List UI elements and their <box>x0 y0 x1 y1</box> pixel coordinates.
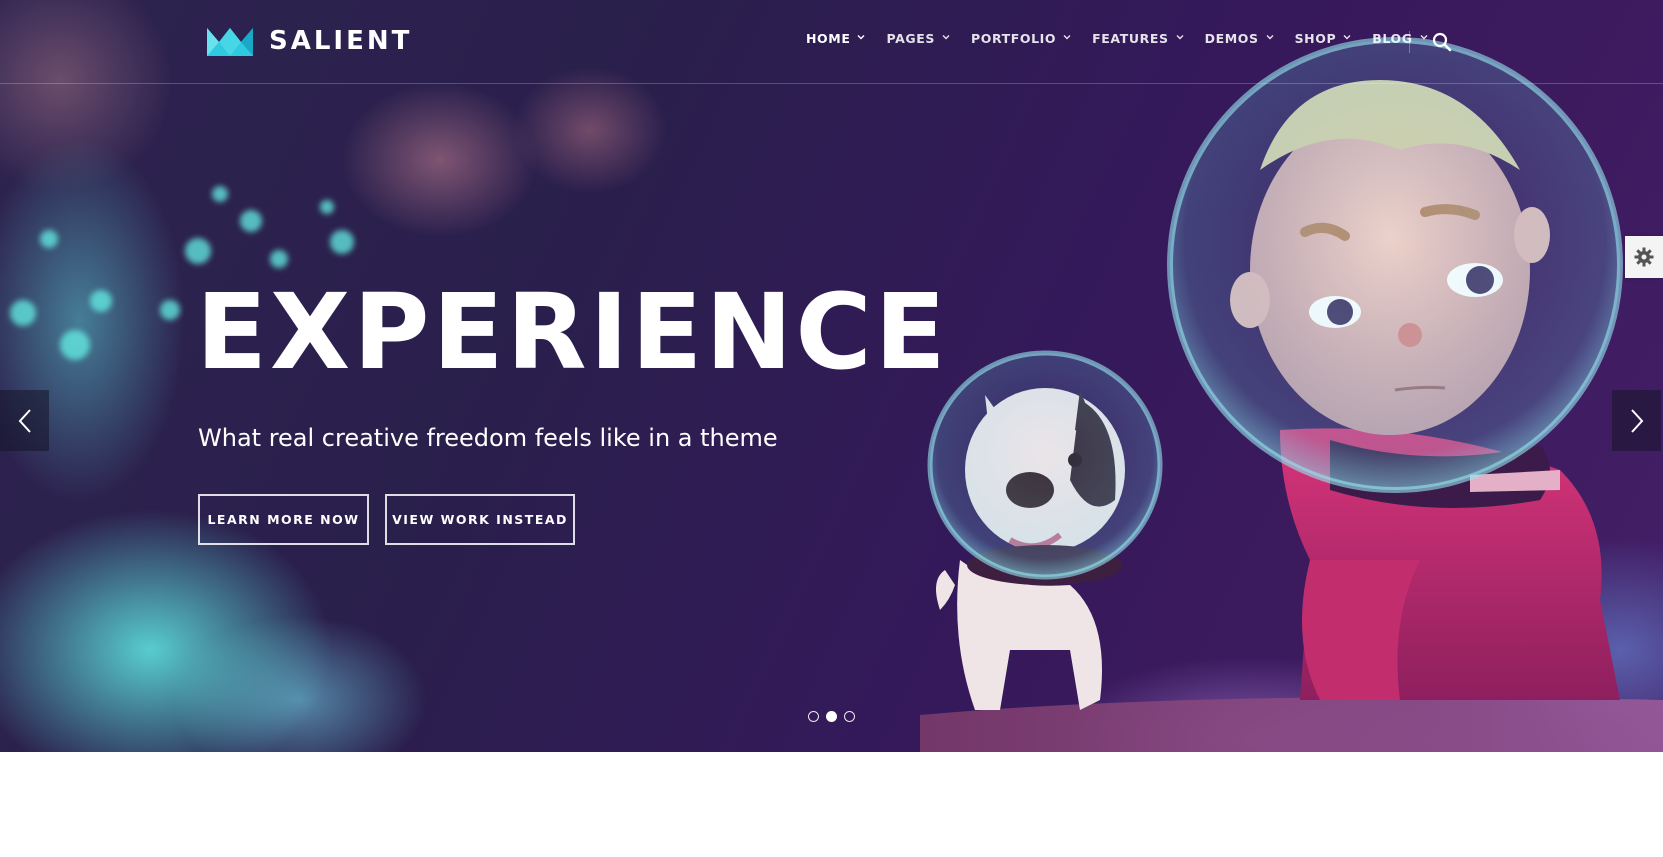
chevron-down-icon <box>1176 35 1184 40</box>
chevron-down-icon <box>942 35 950 40</box>
main-nav: HOME PAGES PORTFOLIO FEATURES DEMOS SHOP <box>806 31 1449 46</box>
settings-panel-toggle[interactable] <box>1625 236 1663 278</box>
chevron-down-icon <box>1266 35 1274 40</box>
slider-dot[interactable] <box>808 711 819 722</box>
slider-dot[interactable] <box>844 711 855 722</box>
chevron-down-icon <box>1343 35 1351 40</box>
learn-more-button[interactable]: LEARN MORE NOW <box>198 494 369 545</box>
nav-item-shop[interactable]: SHOP <box>1295 31 1352 46</box>
gear-icon <box>1634 247 1654 267</box>
chevron-down-icon <box>857 35 865 40</box>
crown-logo-icon <box>207 28 253 56</box>
nav-item-features[interactable]: FEATURES <box>1092 31 1184 46</box>
logo[interactable]: SALIENT <box>207 26 412 56</box>
nav-item-pages[interactable]: PAGES <box>886 31 950 46</box>
nav-item-label: PORTFOLIO <box>970 31 1057 46</box>
nav-item-label: BLOG <box>1372 31 1413 46</box>
nav-item-portfolio[interactable]: PORTFOLIO <box>971 31 1071 46</box>
hero-subheadline: What real creative freedom feels like in… <box>198 424 778 452</box>
nav-item-label: PAGES <box>886 31 935 46</box>
nav-item-label: SHOP <box>1294 31 1337 46</box>
slider-pagination <box>808 711 862 722</box>
nav-divider <box>1409 31 1410 53</box>
nav-item-label: DEMOS <box>1204 31 1259 46</box>
slider-prev-button[interactable] <box>0 390 49 451</box>
chevron-down-icon <box>1063 35 1071 40</box>
chevron-left-icon <box>18 408 31 433</box>
nav-item-blog[interactable]: BLOG <box>1372 31 1428 46</box>
hero-slider: SALIENT HOME PAGES PORTFOLIO FEATURES DE… <box>0 0 1663 752</box>
chevron-right-icon <box>1630 408 1643 433</box>
brand-name: SALIENT <box>269 26 413 56</box>
nav-item-label: FEATURES <box>1092 31 1169 46</box>
nav-item-label: HOME <box>806 31 851 46</box>
slider-dot-active[interactable] <box>826 711 837 722</box>
nav-item-demos[interactable]: DEMOS <box>1205 31 1274 46</box>
site-header: SALIENT HOME PAGES PORTFOLIO FEATURES DE… <box>0 0 1663 84</box>
view-work-button[interactable]: VIEW WORK INSTEAD <box>385 494 575 545</box>
search-icon[interactable] <box>1432 32 1452 52</box>
slider-next-button[interactable] <box>1612 390 1661 451</box>
nav-item-home[interactable]: HOME <box>806 31 865 46</box>
chevron-down-icon <box>1420 35 1428 40</box>
hero-headline: EXPERIENCE <box>196 271 949 393</box>
